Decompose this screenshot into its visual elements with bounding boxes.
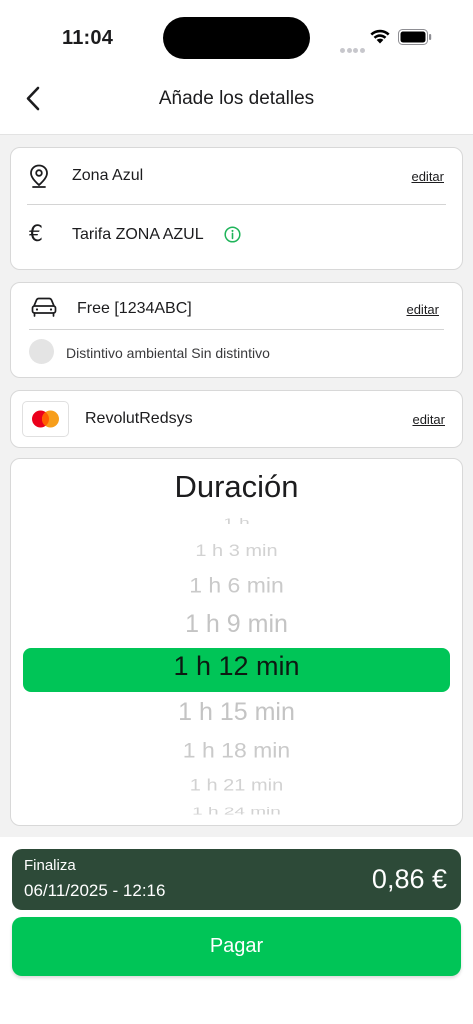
summary-bar: Finaliza 06/11/2025 - 12:16 0,86 € — [12, 849, 461, 910]
cellular-signal-icon — [340, 40, 366, 58]
mastercard-logo-icon — [22, 401, 69, 437]
duration-option-label: 1 h 18 min — [182, 738, 291, 762]
zone-row[interactable]: Zona Azul editar — [11, 148, 462, 204]
tariff-name: Tarifa ZONA AZUL — [72, 226, 204, 243]
content-area: Zona Azul editar € Tarifa ZONA AZUL Free… — [0, 134, 473, 837]
duration-option[interactable]: 1 h 18 min — [11, 738, 462, 768]
vehicle-row[interactable]: Free [1234ABC] editar — [11, 283, 462, 329]
duration-option-label: 1 h 21 min — [189, 775, 284, 795]
total-price: 0,86 € — [371, 864, 447, 894]
duration-option-label: 1 h 24 min — [192, 805, 281, 818]
wifi-icon — [370, 29, 390, 44]
status-time: 11:04 — [62, 27, 114, 49]
dynamic-island — [163, 17, 310, 59]
page-title: Añade los detalles — [158, 88, 315, 109]
duration-option-label: 1 h 3 min — [195, 541, 278, 561]
duration-option[interactable]: 1 h 21 min — [11, 775, 462, 801]
environmental-badge-icon — [29, 339, 54, 364]
battery-icon — [398, 29, 432, 45]
payment-edit-link[interactable]: editar — [412, 412, 445, 427]
duration-option-label: 1 h 15 min — [178, 698, 295, 726]
duration-option[interactable]: 1 h — [11, 510, 462, 524]
duration-option[interactable]: 1 h 24 min — [11, 805, 462, 819]
car-icon — [31, 297, 57, 317]
duration-option-label: 1 h — [223, 516, 250, 524]
vehicle-edit-link[interactable]: editar — [406, 302, 439, 317]
pay-button[interactable]: Pagar — [12, 917, 461, 976]
duration-option[interactable]: 1 h 6 min — [11, 571, 462, 601]
tariff-row: € Tarifa ZONA AZUL — [11, 205, 462, 269]
duration-card: Duración 1 h1 h 3 min 1 h 6 min 1 h 9 min 1… — [10, 458, 463, 826]
environmental-badge-text: Distintivo ambiental Sin distintivo — [66, 345, 270, 361]
zone-name: Zona Azul — [72, 167, 144, 184]
duration-option-label: 1 h 6 min — [189, 573, 284, 598]
duration-option-label: 1 h 9 min — [185, 610, 288, 638]
location-pin-icon — [30, 164, 48, 188]
vehicle-name: Free [1234ABC] — [77, 300, 192, 317]
duration-option[interactable]: 1 h 9 min — [11, 610, 462, 642]
euro-icon: € — [29, 222, 43, 247]
status-bar: 11:04 — [0, 0, 473, 70]
navigation-bar: Añade los detalles — [0, 70, 473, 134]
payment-card[interactable]: RevolutRedsys editar — [10, 390, 463, 448]
info-icon[interactable] — [224, 226, 241, 243]
duration-option-label: 1 h 12 min — [173, 651, 300, 681]
duration-option[interactable]: 1 h 15 min — [11, 698, 462, 730]
zone-edit-link[interactable]: editar — [411, 169, 444, 184]
zone-card: Zona Azul editar € Tarifa ZONA AZUL — [10, 147, 463, 270]
payment-method-name: RevolutRedsys — [85, 410, 193, 427]
vehicle-card: Free [1234ABC] editar Distintivo ambient… — [10, 282, 463, 378]
end-time-label: Finaliza — [24, 857, 76, 874]
duration-option-selected[interactable]: 1 h 12 min — [11, 651, 462, 687]
duration-option[interactable]: 1 h 3 min — [11, 537, 462, 563]
environmental-badge-row: Distintivo ambiental Sin distintivo — [11, 330, 462, 378]
duration-picker-wheel[interactable]: 1 h 1 h 3 min 1 h 6 min 1 h 9 min 1 h 12 min… — [11, 459, 462, 825]
end-datetime: 06/11/2025 - 12:16 — [24, 881, 166, 900]
